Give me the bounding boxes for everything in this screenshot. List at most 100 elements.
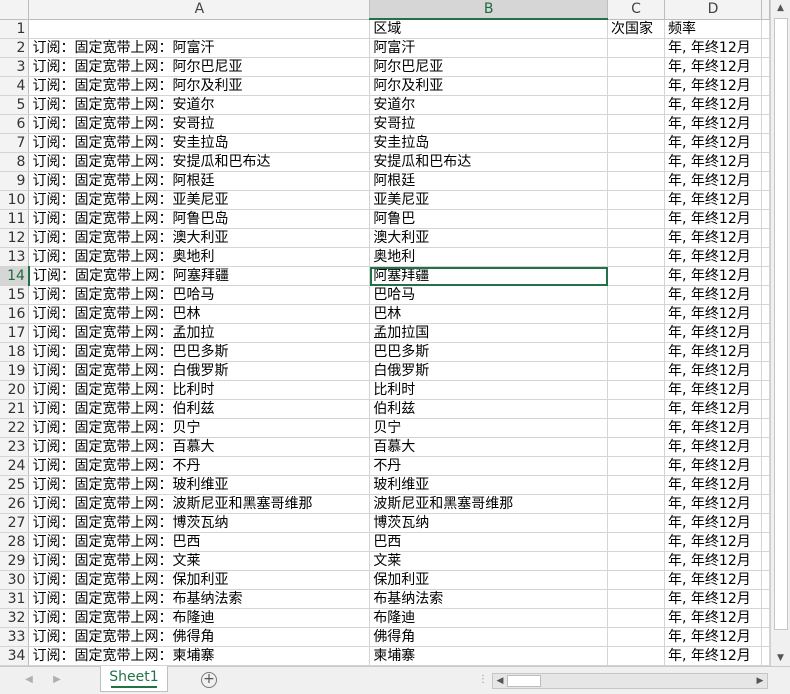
cell-c[interactable]: [607, 551, 666, 571]
cell-d[interactable]: 年, 年终12月: [664, 114, 762, 134]
cell-a[interactable]: 订阅：固定宽带上网：佛得角: [28, 627, 371, 647]
cell-d[interactable]: 年, 年终12月: [664, 589, 762, 609]
horizontal-scroll-thumb[interactable]: [507, 675, 541, 687]
row-header[interactable]: 20: [0, 380, 30, 400]
cell-d[interactable]: 年, 年终12月: [664, 532, 762, 552]
cell-a[interactable]: 订阅：固定宽带上网：巴林: [28, 304, 371, 324]
cell-a[interactable]: 订阅：固定宽带上网：伯利兹: [28, 399, 371, 419]
spreadsheet-grid[interactable]: A B C D 1 区域 次国家 频率 2 订阅：固定宽带上网：阿富汗 阿富汗 年, 年终12…: [0, 0, 770, 666]
cell-a[interactable]: 订阅：固定宽带上网：文莱: [28, 551, 371, 571]
cell-c[interactable]: [607, 380, 666, 400]
cell-e[interactable]: [761, 475, 770, 495]
cell-d[interactable]: 年, 年终12月: [664, 456, 762, 476]
cell-b[interactable]: 奥地利: [369, 247, 609, 267]
cell-d[interactable]: 年, 年终12月: [664, 627, 762, 647]
row-header[interactable]: 3: [0, 57, 30, 77]
next-sheet-icon[interactable]: ▶: [50, 672, 64, 688]
column-header-d[interactable]: D: [664, 0, 762, 20]
cell-e[interactable]: [761, 437, 770, 457]
cell-d[interactable]: 年, 年终12月: [664, 551, 762, 571]
cell-e[interactable]: [761, 114, 770, 134]
cell-b[interactable]: 伯利兹: [369, 399, 609, 419]
cell-d[interactable]: 年, 年终12月: [664, 342, 762, 362]
cell-d[interactable]: 年, 年终12月: [664, 380, 762, 400]
cell-c[interactable]: [607, 437, 666, 457]
cell-a[interactable]: 订阅：固定宽带上网：阿富汗: [28, 38, 371, 58]
cell-c[interactable]: [607, 513, 666, 533]
column-header-e[interactable]: [761, 0, 770, 20]
cell-b[interactable]: 白俄罗斯: [369, 361, 609, 381]
row-header[interactable]: 7: [0, 133, 30, 153]
row-header[interactable]: 32: [0, 608, 30, 628]
cell-a[interactable]: 订阅：固定宽带上网：安圭拉岛: [28, 133, 371, 153]
row-header[interactable]: 9: [0, 171, 30, 191]
scroll-down-icon[interactable]: ▼: [771, 650, 790, 666]
cell-e[interactable]: [761, 361, 770, 381]
row-header[interactable]: 8: [0, 152, 30, 172]
vertical-scrollbar[interactable]: ▲ ▼: [770, 0, 790, 666]
row-header[interactable]: 6: [0, 114, 30, 134]
cell-e[interactable]: [761, 19, 770, 39]
cell-a[interactable]: 订阅：固定宽带上网：布基纳法索: [28, 589, 371, 609]
cell-c[interactable]: [607, 532, 666, 552]
cell-b[interactable]: 波斯尼亚和黑塞哥维那: [369, 494, 609, 514]
cell-a[interactable]: 订阅：固定宽带上网：白俄罗斯: [28, 361, 371, 381]
cell-d[interactable]: 年, 年终12月: [664, 209, 762, 229]
cell-b[interactable]: 阿根廷: [369, 171, 609, 191]
cell-e[interactable]: [761, 342, 770, 362]
cell-b[interactable]: 贝宁: [369, 418, 609, 438]
cell-d[interactable]: 年, 年终12月: [664, 38, 762, 58]
add-sheet-icon[interactable]: +: [201, 672, 217, 688]
cell-e[interactable]: [761, 171, 770, 191]
cell-c[interactable]: [607, 171, 666, 191]
cell-a[interactable]: 订阅：固定宽带上网：巴西: [28, 532, 371, 552]
cell-b[interactable]: 安提瓜和巴布达: [369, 152, 609, 172]
cell-b[interactable]: 巴巴多斯: [369, 342, 609, 362]
cell-a[interactable]: 订阅：固定宽带上网：比利时: [28, 380, 371, 400]
cell-e[interactable]: [761, 76, 770, 96]
cell-d[interactable]: 年, 年终12月: [664, 228, 762, 248]
cell-a[interactable]: 订阅：固定宽带上网：贝宁: [28, 418, 371, 438]
cell-c[interactable]: [607, 646, 666, 666]
cell-e[interactable]: [761, 304, 770, 324]
column-header-c[interactable]: C: [607, 0, 666, 20]
row-header[interactable]: 10: [0, 190, 30, 210]
cell-b[interactable]: 阿鲁巴: [369, 209, 609, 229]
sheet-tab-sheet1[interactable]: Sheet1: [100, 666, 168, 692]
cell-c[interactable]: [607, 76, 666, 96]
row-header[interactable]: 14: [0, 266, 30, 286]
cell-e[interactable]: [761, 551, 770, 571]
cell-a[interactable]: 订阅：固定宽带上网：保加利亚: [28, 570, 371, 590]
cell-b[interactable]: 不丹: [369, 456, 609, 476]
cell-c[interactable]: [607, 266, 666, 286]
cell-b[interactable]: 孟加拉国: [369, 323, 609, 343]
cell-c[interactable]: [607, 323, 666, 343]
cell-d[interactable]: 年, 年终12月: [664, 399, 762, 419]
row-header[interactable]: 19: [0, 361, 30, 381]
cell-b[interactable]: 博茨瓦纳: [369, 513, 609, 533]
cell-c[interactable]: [607, 190, 666, 210]
cell-c[interactable]: [607, 456, 666, 476]
cell-e[interactable]: [761, 399, 770, 419]
cell-c[interactable]: [607, 152, 666, 172]
cell-a[interactable]: 订阅：固定宽带上网：博茨瓦纳: [28, 513, 371, 533]
cell-c[interactable]: [607, 285, 666, 305]
cell-c[interactable]: [607, 570, 666, 590]
cell-e[interactable]: [761, 247, 770, 267]
cell-d[interactable]: 年, 年终12月: [664, 570, 762, 590]
cell-e[interactable]: [761, 209, 770, 229]
cell-e[interactable]: [761, 133, 770, 153]
cell-d[interactable]: 年, 年终12月: [664, 171, 762, 191]
cell-a[interactable]: 订阅：固定宽带上网：阿根廷: [28, 171, 371, 191]
cell-b[interactable]: 区域: [369, 19, 609, 39]
scroll-right-icon[interactable]: ▶: [753, 674, 767, 688]
cell-c[interactable]: [607, 361, 666, 381]
row-header[interactable]: 22: [0, 418, 30, 438]
cell-c[interactable]: 次国家: [607, 19, 666, 39]
cell-c[interactable]: [607, 589, 666, 609]
cell-e[interactable]: [761, 228, 770, 248]
cell-b[interactable]: 佛得角: [369, 627, 609, 647]
cell-d[interactable]: 年, 年终12月: [664, 494, 762, 514]
split-handle-icon[interactable]: ⋮: [478, 675, 488, 685]
cell-a[interactable]: 订阅：固定宽带上网：奥地利: [28, 247, 371, 267]
